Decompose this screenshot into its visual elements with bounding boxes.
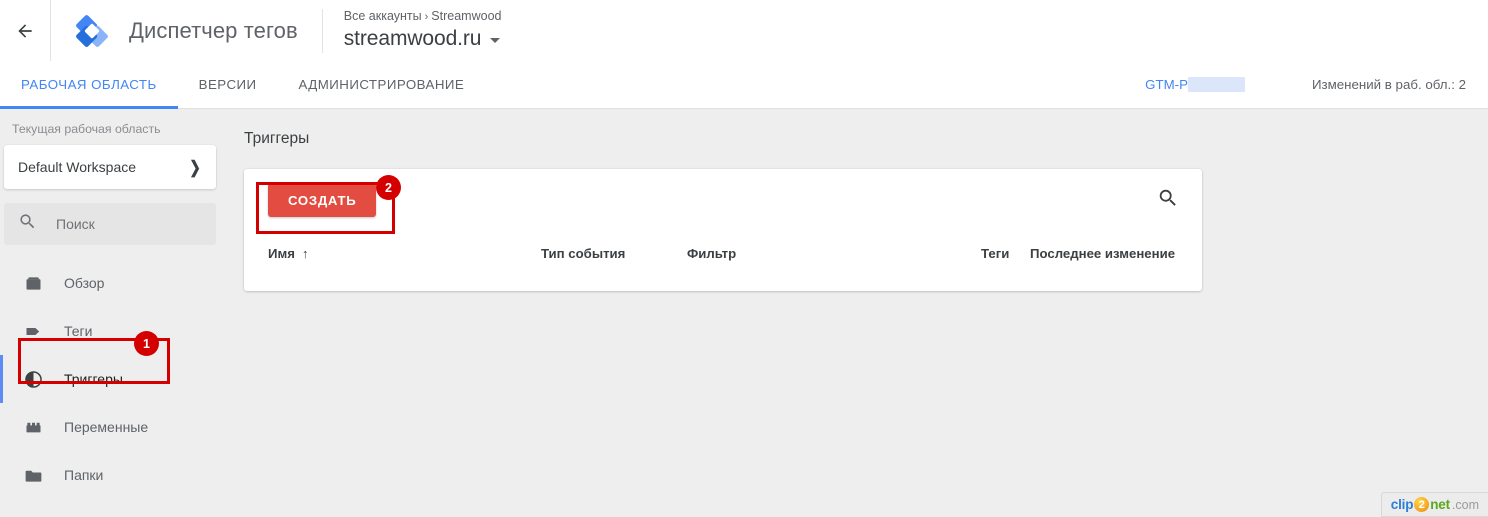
column-header-filter[interactable]: Фильтр xyxy=(687,246,736,261)
container-id-link[interactable]: GTM-P xyxy=(1145,77,1245,92)
container-name: streamwood.ru xyxy=(343,27,482,50)
chevron-right-icon: ❯ xyxy=(189,157,201,177)
clip2net-watermark: clip 2 net .com xyxy=(1381,493,1488,516)
tabbar-right-group: GTM-P Изменений в раб. обл.: 2 xyxy=(1145,61,1488,108)
table-header-row: Имя ↑ Тип события Фильтр Теги Последнее … xyxy=(244,231,1202,274)
column-header-name[interactable]: Имя ↑ xyxy=(268,246,308,261)
workspace-changes-status: Изменений в раб. обл.: 2 xyxy=(1311,77,1466,92)
sidebar-item-variables-label: Переменные xyxy=(64,419,149,435)
main-content: Триггеры СОЗДАТЬ Имя ↑ Тип события Фильт… xyxy=(222,109,1488,517)
google-tag-manager-logo xyxy=(73,12,111,50)
sidebar-search-placeholder: Поиск xyxy=(56,216,95,232)
sidebar-item-triggers[interactable]: Триггеры xyxy=(0,355,222,403)
tab-workspace[interactable]: РАБОЧАЯ ОБЛАСТЬ xyxy=(0,61,178,109)
column-header-last-modified[interactable]: Последнее изменение xyxy=(1030,246,1175,261)
tab-admin-label: АДМИНИСТРИРОВАНИЕ xyxy=(298,77,465,92)
sidebar-item-tags-label: Теги xyxy=(64,323,93,339)
search-icon xyxy=(1157,187,1179,214)
tab-versions[interactable]: ВЕРСИИ xyxy=(178,61,278,108)
sidebar-active-indicator xyxy=(0,355,3,403)
folder-icon xyxy=(22,464,44,486)
container-selector[interactable]: streamwood.ru xyxy=(344,27,502,51)
column-header-name-label: Имя xyxy=(268,245,295,261)
back-arrow-icon xyxy=(15,21,35,41)
tab-workspace-label: РАБОЧАЯ ОБЛАСТЬ xyxy=(21,77,157,92)
table-search-button[interactable] xyxy=(1154,186,1182,214)
container-id-redaction xyxy=(1187,77,1245,92)
breadcrumb-all-accounts[interactable]: Все аккаунты xyxy=(344,9,422,23)
caret-down-icon xyxy=(490,38,501,43)
sidebar-item-overview-label: Обзор xyxy=(64,275,105,291)
watermark-net-text: net xyxy=(1430,497,1450,512)
account-block: Все аккаунты › Streamwood streamwood.ru xyxy=(344,0,502,62)
workspace-name: Default Workspace xyxy=(18,159,137,175)
watermark-com-text: .com xyxy=(1451,497,1479,512)
sidebar-item-variables[interactable]: Переменные xyxy=(0,403,222,451)
tab-versions-label: ВЕРСИИ xyxy=(198,77,257,92)
triggers-card: СОЗДАТЬ Имя ↑ Тип события Фильтр Теги По… xyxy=(244,169,1202,291)
workspace-selector-card[interactable]: Default Workspace ❯ xyxy=(4,145,216,189)
trigger-contrast-circle-icon xyxy=(22,368,44,390)
column-header-tags[interactable]: Теги xyxy=(981,246,1009,261)
breadcrumb: Все аккаунты › Streamwood xyxy=(344,8,502,26)
body-wrapper: Текущая рабочая область Default Workspac… xyxy=(0,109,1488,517)
watermark-clip-text: clip xyxy=(1390,497,1414,512)
current-workspace-label: Текущая рабочая область xyxy=(12,122,161,136)
sidebar-nav-list: Обзор Теги Триггеры Переменные Папки xyxy=(0,259,222,499)
breadcrumb-separator-icon: › xyxy=(424,11,429,23)
annotation-badge-1: 1 xyxy=(134,331,159,356)
sort-asc-arrow-icon: ↑ xyxy=(301,245,309,261)
annotation-badge-2: 2 xyxy=(376,175,401,200)
tag-icon xyxy=(22,320,44,342)
search-icon xyxy=(18,212,37,236)
app-header: Диспетчер тегов Все аккаунты › Streamwood … xyxy=(0,0,1488,61)
watermark-two-badge: 2 xyxy=(1414,497,1430,512)
container-id-text: GTM-P xyxy=(1145,77,1188,92)
product-title: Диспетчер тегов xyxy=(129,17,298,43)
sidebar-item-folders[interactable]: Папки xyxy=(0,451,222,499)
sidebar-item-triggers-label: Триггеры xyxy=(64,371,123,387)
main-tabbar: РАБОЧАЯ ОБЛАСТЬ ВЕРСИИ АДМИНИСТРИРОВАНИЕ… xyxy=(0,61,1488,109)
tab-admin[interactable]: АДМИНИСТРИРОВАНИЕ xyxy=(278,61,486,108)
sidebar-item-tags[interactable]: Теги xyxy=(0,307,222,355)
brand-separator xyxy=(321,8,323,53)
back-button[interactable] xyxy=(0,0,50,61)
column-header-event-type[interactable]: Тип события xyxy=(541,246,625,261)
tab-list: РАБОЧАЯ ОБЛАСТЬ ВЕРСИИ АДМИНИСТРИРОВАНИЕ xyxy=(0,61,486,109)
page-title: Триггеры xyxy=(244,130,310,147)
sidebar-item-overview[interactable]: Обзор xyxy=(0,259,222,307)
sidebar: Текущая рабочая область Default Workspac… xyxy=(0,109,222,517)
overview-box-icon xyxy=(22,272,44,294)
brand-block: Диспетчер тегов xyxy=(51,0,298,61)
breadcrumb-account[interactable]: Streamwood xyxy=(431,9,501,23)
create-button[interactable]: СОЗДАТЬ xyxy=(268,183,377,217)
sidebar-search-input[interactable]: Поиск xyxy=(4,203,216,245)
table-empty-body xyxy=(244,274,1202,291)
sidebar-item-folders-label: Папки xyxy=(64,467,104,483)
variables-brick-icon xyxy=(22,416,44,438)
